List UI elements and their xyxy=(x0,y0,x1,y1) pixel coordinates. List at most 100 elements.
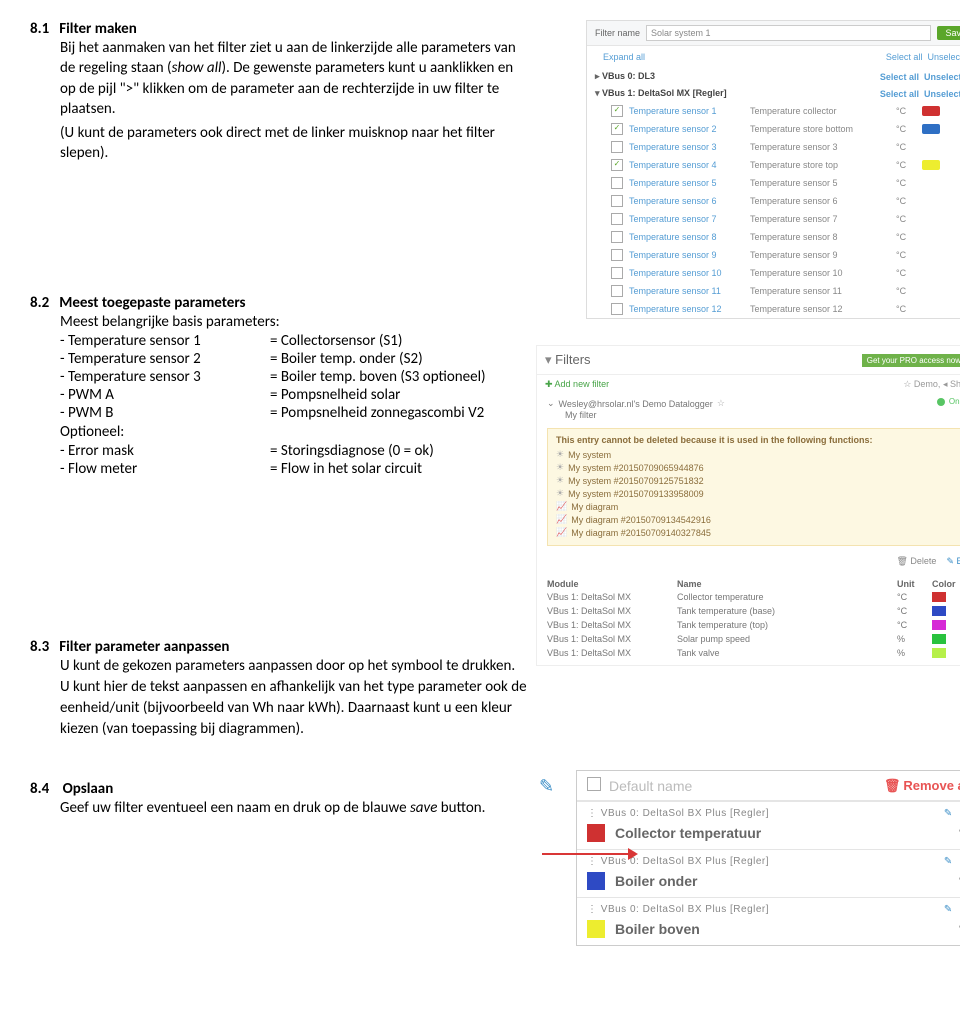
warning-entry[interactable]: ☀My system #20150709125751832 xyxy=(556,474,960,487)
color-swatch[interactable] xyxy=(922,232,940,242)
demo-share-links[interactable]: ☆ Demo, ◂ Share xyxy=(903,379,960,390)
param-checkbox[interactable] xyxy=(611,141,623,153)
color-swatch[interactable] xyxy=(922,268,940,278)
param-list-row[interactable]: Temperature sensor 5Temperature sensor 5… xyxy=(587,174,960,192)
param-name-link[interactable]: Temperature sensor 6 xyxy=(629,196,744,206)
entry-icon: ☀ xyxy=(556,462,564,473)
param-list-row[interactable]: Temperature sensor 3Temperature sensor 3… xyxy=(587,138,960,156)
param-checkbox[interactable] xyxy=(611,105,623,117)
entry-label: My system #20150709065944876 xyxy=(568,463,704,473)
pro-badge[interactable]: Get your PRO access now… xyxy=(862,354,960,367)
group-title: ⋮ VBus 0: DeltaSol BX Plus [Regler] xyxy=(587,856,769,867)
param-checkbox[interactable] xyxy=(611,231,623,243)
param-checkbox[interactable] xyxy=(611,177,623,189)
pencil-icon[interactable]: ✎ xyxy=(944,856,953,867)
param-desc: Temperature sensor 9 xyxy=(750,250,890,260)
param-checkbox[interactable] xyxy=(611,267,623,279)
save-button[interactable]: Save xyxy=(937,26,960,40)
param-list-row[interactable]: Temperature sensor 6Temperature sensor 6… xyxy=(587,192,960,210)
pencil-icon[interactable]: ✎ xyxy=(944,904,953,915)
param-name-link[interactable]: Temperature sensor 12 xyxy=(629,304,744,314)
color-swatch[interactable] xyxy=(922,106,940,116)
param-checkbox[interactable] xyxy=(611,195,623,207)
filters-title: Filters xyxy=(555,352,590,367)
color-swatch[interactable] xyxy=(922,196,940,206)
param-name-link[interactable]: Temperature sensor 7 xyxy=(629,214,744,224)
param-name-link[interactable]: Temperature sensor 3 xyxy=(629,142,744,152)
color-swatch[interactable] xyxy=(587,872,605,890)
color-swatch[interactable] xyxy=(587,920,605,938)
select-all-link[interactable]: Select all xyxy=(880,89,919,99)
color-swatch[interactable] xyxy=(922,304,940,314)
select-all-link[interactable]: Select all xyxy=(880,72,919,82)
param-desc: Temperature sensor 11 xyxy=(750,286,890,296)
param-checkbox[interactable] xyxy=(611,123,623,135)
select-all-link[interactable]: Select all xyxy=(886,52,923,62)
color-swatch[interactable] xyxy=(922,160,940,170)
param-list-row[interactable]: Temperature sensor 8Temperature sensor 8… xyxy=(587,228,960,246)
chevron-down-icon[interactable]: ⌄ xyxy=(547,398,555,409)
unselect-all-link[interactable]: Unselect all xyxy=(924,89,960,99)
param-name: - PWM A xyxy=(60,386,270,404)
breadcrumb-1[interactable]: Wesley@hrsolar.nl's Demo Datalogger xyxy=(559,399,713,409)
chevron-right-icon[interactable]: ▸ xyxy=(595,71,600,81)
color-swatch[interactable] xyxy=(922,124,940,134)
color-swatch[interactable] xyxy=(587,824,605,842)
section-num: 8.2 xyxy=(30,294,49,312)
warning-entry[interactable]: ☀ My system #20150709065944876 xyxy=(556,461,960,474)
vbus0-header[interactable]: VBus 0: DL3 xyxy=(602,71,655,81)
color-swatch[interactable] xyxy=(922,142,940,152)
remove-all-button[interactable]: 🗑Remove all xyxy=(884,778,960,794)
param-list-row[interactable]: Temperature sensor 10Temperature sensor … xyxy=(587,264,960,282)
edit-button[interactable]: ✎ Edit xyxy=(946,556,960,567)
default-name-checkbox[interactable] xyxy=(587,777,601,791)
expand-all-link[interactable]: Expand all xyxy=(595,49,653,65)
section-sub: Meest belangrijke basis parameters: xyxy=(60,312,530,332)
param-name-link[interactable]: Temperature sensor 11 xyxy=(629,286,744,296)
param-checkbox[interactable] xyxy=(611,213,623,225)
param-list-row[interactable]: Temperature sensor 1Temperature collecto… xyxy=(587,102,960,120)
param-list-row[interactable]: Temperature sensor 2Temperature store bo… xyxy=(587,120,960,138)
delete-button[interactable]: 🗑 Delete xyxy=(896,556,936,567)
param-list-row[interactable]: Temperature sensor 11 Temperature sensor … xyxy=(587,282,960,300)
param-unit: °C xyxy=(896,250,916,260)
pencil-icon[interactable]: ✎ xyxy=(944,808,953,819)
chevron-down-icon[interactable]: ▾ xyxy=(595,88,600,98)
param-name-link[interactable]: Temperature sensor 5 xyxy=(629,178,744,188)
filter-table-row: VBus 1: DeltaSol MXSolar pump speed% xyxy=(547,633,960,647)
param-name-link[interactable]: Temperature sensor 4 xyxy=(629,160,744,170)
param-name-link[interactable]: Temperature sensor 1 xyxy=(629,106,744,116)
vbus1-header[interactable]: VBus 1: DeltaSol MX [Regler] xyxy=(602,88,727,98)
param-checkbox[interactable] xyxy=(611,159,623,171)
unselect-all-link[interactable]: Unselect all xyxy=(924,72,960,82)
param-name-link[interactable]: Temperature sensor 2 xyxy=(629,124,744,134)
param-name-link[interactable]: Temperature sensor 10 xyxy=(629,268,744,278)
warning-entry[interactable]: 📈My diagram #20150709134542916 xyxy=(556,513,960,526)
param-list-row[interactable]: Temperature sensor 9 Temperature sensor 9… xyxy=(587,246,960,264)
warning-entry[interactable]: ☀My system #20150709133958009 xyxy=(556,487,960,500)
color-swatch[interactable] xyxy=(922,214,940,224)
param-checkbox[interactable] xyxy=(611,285,623,297)
warning-entry[interactable]: 📈My diagram #20150709140327845 xyxy=(556,526,960,539)
add-new-filter-link[interactable]: ✚ Add new filter xyxy=(545,379,609,390)
section-num: 8.4 xyxy=(30,780,49,798)
param-checkbox[interactable] xyxy=(611,249,623,261)
param-list-row[interactable]: Temperature sensor 4Temperature store to… xyxy=(587,156,960,174)
param-list-row[interactable]: Temperature sensor 7Temperature sensor 7… xyxy=(587,210,960,228)
breadcrumb-2[interactable]: My filter xyxy=(565,410,597,420)
param-name-link[interactable]: Temperature sensor 9 xyxy=(629,250,744,260)
param-checkbox[interactable] xyxy=(611,303,623,315)
param-list-row[interactable]: Temperature sensor 12Temperature sensor … xyxy=(587,300,960,318)
color-swatch[interactable] xyxy=(922,286,940,296)
warning-entry[interactable]: 📈My diagram xyxy=(556,500,960,513)
filter-name-input[interactable] xyxy=(646,25,931,41)
unselect-all-link[interactable]: Unselect all xyxy=(927,52,960,62)
color-swatch[interactable] xyxy=(922,178,940,188)
section-title: Filter parameter aanpassen xyxy=(59,638,229,656)
param-name-link[interactable]: Temperature sensor 8 xyxy=(629,232,744,242)
star-icon[interactable]: ☆ xyxy=(717,398,725,409)
trash-icon: 🗑 xyxy=(884,778,901,793)
warning-entry[interactable]: ☀My system xyxy=(556,448,960,461)
color-swatch[interactable] xyxy=(922,250,940,260)
param-display-name: Boiler onder xyxy=(615,873,949,889)
